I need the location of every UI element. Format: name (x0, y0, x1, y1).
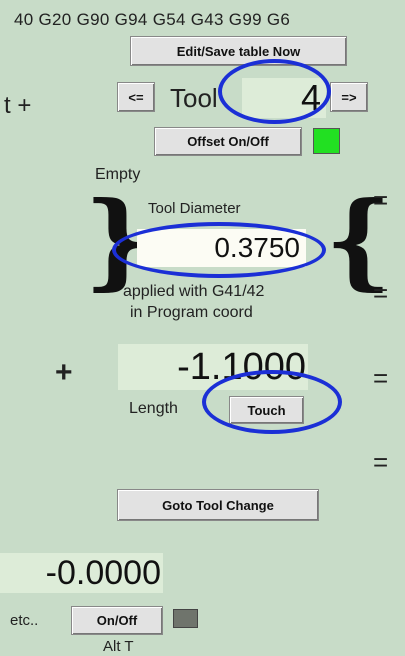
equals-sign-2: = (373, 278, 389, 308)
plus-sign: + (55, 356, 73, 389)
partial-axis-label: t + (4, 92, 32, 119)
prev-tool-button[interactable]: <= (117, 82, 155, 112)
edit-save-table-button[interactable]: Edit/Save table Now (130, 36, 347, 66)
offset-on-off-button[interactable]: Offset On/Off (154, 127, 302, 156)
tool-length-field[interactable]: -1.1000 (118, 344, 308, 390)
etc-label: etc.. (10, 612, 39, 629)
tool-diameter-label: Tool Diameter (148, 200, 241, 217)
alt-on-off-button[interactable]: On/Off (71, 606, 163, 635)
equals-sign-3: = (373, 363, 389, 393)
tool-number-field[interactable]: 4 (242, 77, 326, 118)
next-tool-button[interactable]: => (330, 82, 368, 112)
alt-status-led (173, 609, 198, 628)
alt-t-label: Alt T (103, 638, 134, 655)
alt-value-field[interactable]: -0.0000 (0, 553, 163, 593)
gcode-modal-status: 40 G20 G90 G94 G54 G43 G99 G6 (14, 10, 291, 29)
equals-sign-4: = (373, 447, 389, 477)
touch-button[interactable]: Touch (229, 396, 304, 424)
offset-status-led (313, 128, 340, 154)
goto-tool-change-button[interactable]: Goto Tool Change (117, 489, 319, 521)
tool-label: Tool (170, 83, 218, 113)
tool-diameter-field[interactable]: 0.3750 (137, 229, 306, 267)
equals-sign-1: = (373, 185, 389, 215)
applied-note-line-2: in Program coord (130, 304, 253, 321)
applied-note-line-1: applied with G41/42 (123, 283, 265, 300)
length-label: Length (129, 400, 178, 417)
